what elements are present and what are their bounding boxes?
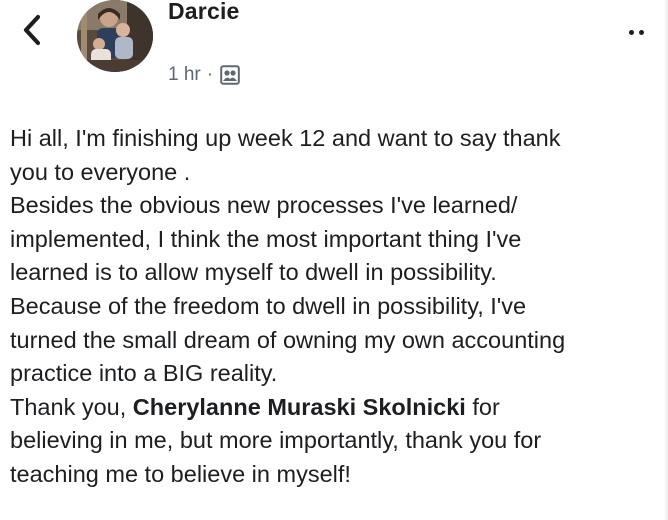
mention-link[interactable]: Cherylanne Muraski Skolnicki	[133, 394, 466, 420]
more-options-icon	[628, 29, 634, 35]
back-button[interactable]	[14, 10, 50, 54]
author-name[interactable]: Darcie	[168, 0, 240, 25]
avatar[interactable]	[77, 0, 153, 72]
thank-you-prefix: Thank you,	[10, 393, 133, 420]
post-line: believing in me, but more importantly, t…	[10, 427, 542, 454]
post-line: learned is to allow myself to dwell in p…	[10, 259, 497, 286]
post-line: you to everyone .	[10, 158, 191, 185]
more-options-dot	[638, 29, 644, 35]
post-line-mention: Thank you, Cherylanne Muraski Skolnicki …	[10, 391, 668, 425]
post-line: Because of the freedom to dwell in possi…	[10, 292, 527, 319]
post-line: turned the small dream of owning my own …	[10, 326, 566, 353]
post-line: Hi all, I'm finishing up week 12 and wan…	[10, 125, 561, 151]
post-meta: 1 hr ·	[168, 62, 241, 88]
thank-you-suffix: for	[465, 393, 500, 420]
post-text: Hi all, I'm finishing up week 12 and wan…	[10, 122, 668, 492]
chevron-left-icon	[21, 13, 43, 52]
scroll-edge	[664, 0, 668, 520]
more-options-button[interactable]	[616, 20, 656, 44]
post-line: practice into a BIG reality.	[10, 360, 278, 387]
post-line: implemented, I think the most important …	[10, 225, 522, 252]
post-timestamp[interactable]: 1 hr	[168, 64, 201, 86]
group-audience-icon	[219, 64, 241, 86]
meta-separator: ·	[206, 64, 214, 85]
profile-photo	[77, 0, 153, 72]
post-line: Besides the obvious new processes I've l…	[10, 192, 518, 219]
post-line: teaching me to believe in myself!	[10, 460, 351, 487]
